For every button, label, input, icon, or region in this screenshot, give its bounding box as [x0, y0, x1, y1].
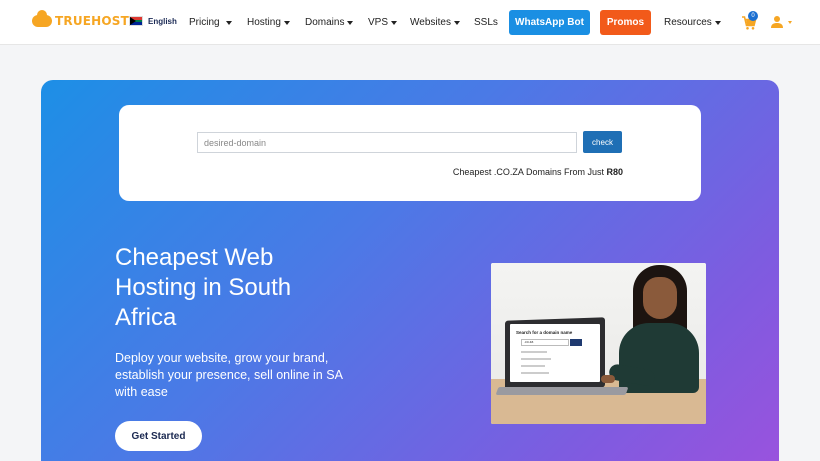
hero-subtitle: Deploy your website, grow your brand, es…: [115, 351, 343, 399]
nav-websites[interactable]: Websites: [410, 0, 460, 45]
promos-button[interactable]: Promos: [600, 10, 651, 35]
domain-search-input[interactable]: [197, 132, 577, 153]
domain-promo-text: Cheapest .CO.ZA Domains From Just R80: [453, 167, 623, 177]
top-navbar: TRUEHOST English Pricing Hosting Domains…: [0, 0, 820, 45]
cloud-icon: [32, 10, 52, 27]
language-selector[interactable]: English: [129, 16, 177, 26]
nav-resources[interactable]: Resources: [664, 0, 721, 45]
nav-vps[interactable]: VPS: [368, 0, 398, 45]
user-icon[interactable]: [770, 15, 784, 29]
nav-pricing[interactable]: Pricing: [189, 0, 232, 45]
domain-search-card: check Cheapest .CO.ZA Domains From Just …: [119, 105, 701, 201]
chevron-down-icon: [225, 20, 232, 25]
whatsapp-bot-button[interactable]: WhatsApp Bot: [509, 10, 590, 35]
promo-text: Cheapest .CO.ZA Domains From Just: [452, 167, 604, 177]
south-africa-flag-icon: [129, 16, 143, 26]
hero-photo: Search for a domain name .co.za: [491, 263, 706, 424]
nav-domains[interactable]: Domains: [305, 0, 354, 45]
nav-vps-label: VPS: [368, 17, 389, 28]
nav-ssls-label: SSLs: [474, 17, 498, 28]
cart-count-badge: 0: [748, 11, 758, 21]
nav-hosting-label: Hosting: [247, 17, 281, 28]
chevron-down-icon: [347, 20, 354, 25]
check-domain-button[interactable]: check: [583, 131, 622, 153]
hero-title: Cheapest Web Hosting in South Africa: [115, 244, 292, 331]
hero-section: check Cheapest .CO.ZA Domains From Just …: [41, 80, 779, 461]
get-started-button[interactable]: Get Started: [115, 421, 202, 451]
screen-input: .co.za: [521, 339, 569, 346]
logo-text: TRUEHOST: [55, 14, 130, 28]
nav-pricing-label: Pricing: [189, 17, 220, 28]
nav-ssls[interactable]: SSLs: [474, 0, 498, 45]
chevron-down-icon: [391, 20, 398, 25]
language-label: English: [148, 16, 177, 26]
nav-hosting[interactable]: Hosting: [247, 0, 290, 45]
truehost-logo[interactable]: TRUEHOST: [32, 10, 130, 28]
chevron-down-icon: [283, 20, 290, 25]
chevron-down-icon: [714, 20, 721, 25]
nav-websites-label: Websites: [410, 17, 451, 28]
screen-title: Search for a domain name: [516, 330, 573, 335]
chevron-down-icon[interactable]: [788, 21, 792, 24]
nav-domains-label: Domains: [305, 17, 345, 28]
nav-resources-label: Resources: [664, 17, 712, 28]
promo-price: R80: [606, 167, 623, 177]
chevron-down-icon: [453, 20, 460, 25]
